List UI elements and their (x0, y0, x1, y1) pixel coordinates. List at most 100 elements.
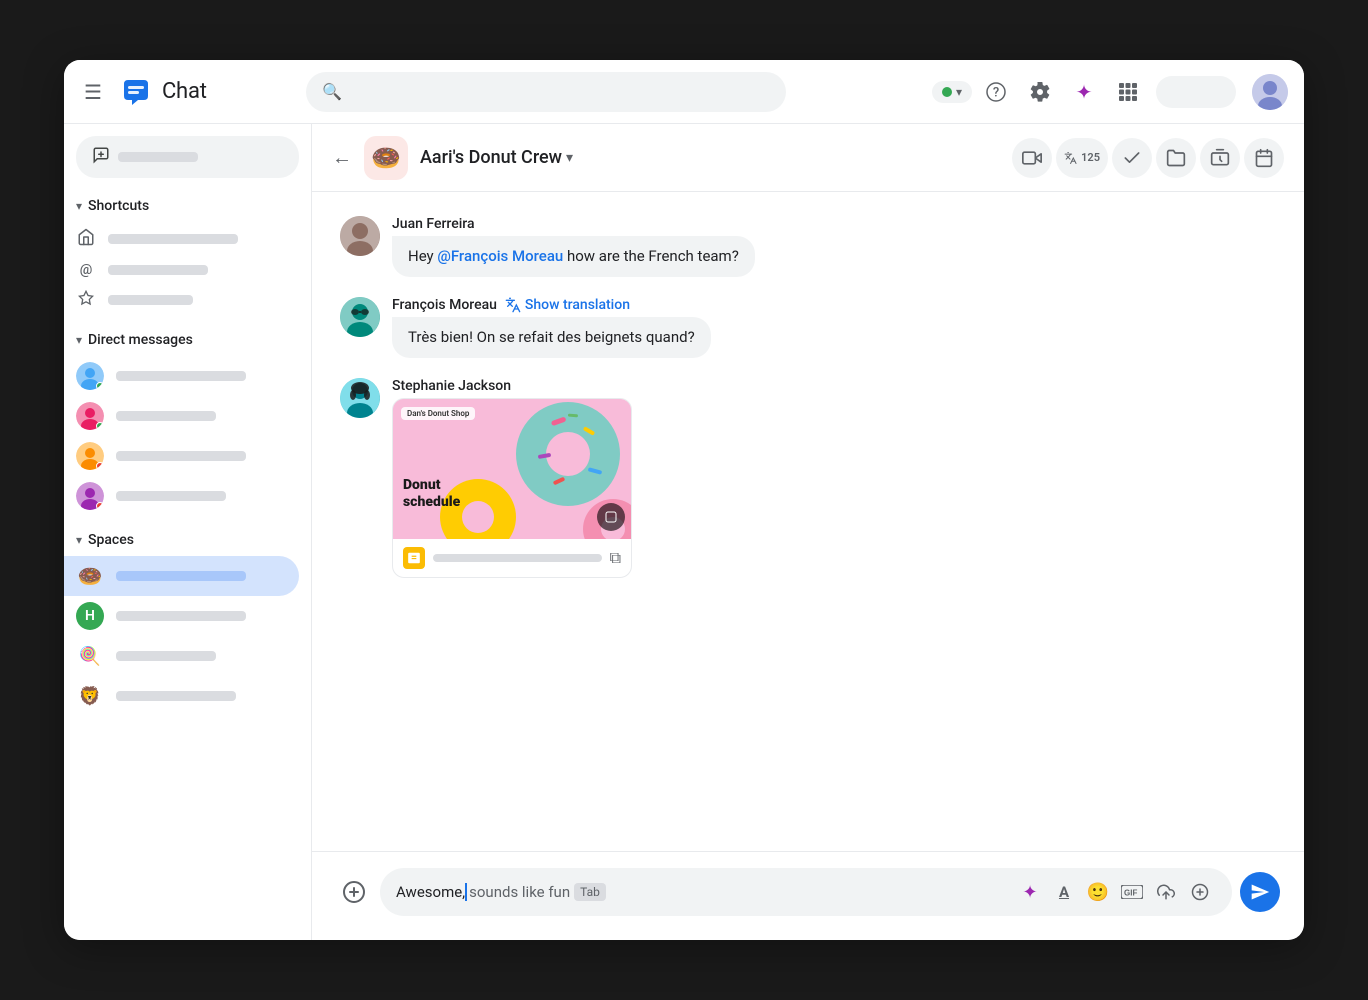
sidebar-item-dm-1[interactable] (64, 356, 299, 396)
space-name: Aari's Donut Crew (420, 147, 562, 168)
input-actions: ✦ A 🙂 GIF (1014, 876, 1216, 908)
space-candy-emoji: 🍭 (76, 642, 104, 670)
francois-sender-name: François Moreau (392, 297, 497, 313)
status-dot (942, 87, 952, 97)
folder-button[interactable] (1156, 138, 1196, 178)
dm-section-header[interactable]: ▾ Direct messages (64, 328, 311, 352)
input-text-content: Awesome, (396, 883, 465, 901)
mentions-icon: @ (76, 262, 96, 278)
dm-avatar-1 (76, 362, 104, 390)
chat-header-actions: 125 (1012, 138, 1284, 178)
sidebar-item-dm-3[interactable] (64, 436, 299, 476)
messages-area: Juan Ferreira Hey @François Moreau how a… (312, 192, 1304, 851)
dm-avatar-3 (76, 442, 104, 470)
shortcuts-section-header[interactable]: ▾ Shortcuts (64, 194, 311, 218)
tasks-button[interactable] (1112, 138, 1152, 178)
space-name-chevron-icon[interactable]: ▾ (566, 150, 573, 166)
donut-crew-label (116, 571, 246, 581)
dm-avatar-4 (76, 482, 104, 510)
translate-button[interactable]: 125 (1056, 138, 1108, 178)
gif-icon[interactable]: GIF (1116, 876, 1148, 908)
sidebar-item-space-h[interactable]: H (64, 596, 299, 636)
attachment-card[interactable]: Dan's Donut Shop Donut schedule (392, 398, 632, 578)
shortcuts-chevron-icon: ▾ (76, 199, 82, 213)
copy-icon[interactable]: ⧉ (610, 548, 621, 568)
new-chat-icon (92, 146, 110, 168)
sidebar-item-dm-2[interactable] (64, 396, 299, 436)
shortcuts-section-title: Shortcuts (88, 198, 149, 214)
sidebar-item-donut-crew[interactable]: 🍩 (64, 556, 299, 596)
send-button[interactable] (1240, 872, 1280, 912)
space-h-icon: H (76, 602, 104, 630)
video-badge (597, 503, 625, 531)
upload-icon[interactable] (1150, 876, 1182, 908)
sidebar-item-mentions[interactable]: @ (64, 256, 299, 284)
space-lion-label (116, 691, 236, 701)
show-translation-label: Show translation (525, 297, 630, 313)
dm-status-3 (96, 462, 104, 470)
space-h-label (116, 611, 246, 621)
message-group-stephanie: Stephanie Jackson (340, 378, 1276, 578)
juan-message-bubble: Hey @François Moreau how are the French … (392, 236, 755, 277)
shop-label: Dan's Donut Shop (401, 407, 475, 420)
format-text-icon[interactable]: A (1048, 876, 1080, 908)
hamburger-menu-icon[interactable]: ☰ (76, 72, 110, 112)
app-wrapper: ☰ Chat 🔍 ▾ ? (64, 60, 1304, 940)
sidebar-item-starred[interactable] (64, 284, 299, 316)
stephanie-avatar (340, 378, 380, 418)
gemini-icon-button[interactable]: ✦ (1064, 72, 1104, 112)
stephanie-message-content: Stephanie Jackson (392, 378, 632, 578)
space-candy-label (116, 651, 216, 661)
dm-status-4 (96, 502, 104, 510)
dm-status-2 (96, 422, 104, 430)
attachment-image: Dan's Donut Shop Donut schedule (393, 399, 632, 539)
space-icon: 🍩 (364, 136, 408, 180)
spaces-section-header[interactable]: ▾ Spaces (64, 528, 311, 552)
sidebar: ▾ Shortcuts @ ▾ (64, 124, 312, 940)
apps-icon-button[interactable] (1108, 72, 1148, 112)
home-icon (76, 228, 96, 250)
sidebar-item-home[interactable] (64, 222, 299, 256)
stephanie-message-header: Stephanie Jackson (392, 378, 632, 394)
search-bar[interactable]: 🔍 (306, 72, 786, 112)
message-group-francois: François Moreau Show translation Très bi… (340, 297, 1276, 358)
dm-avatar-2 (76, 402, 104, 430)
dm-section-title: Direct messages (88, 332, 193, 348)
starred-label (108, 295, 193, 305)
gemini-input-icon[interactable]: ✦ (1014, 876, 1046, 908)
tab-key-label: Tab (574, 883, 606, 901)
settings-icon-button[interactable] (1020, 72, 1060, 112)
new-chat-button[interactable] (76, 136, 299, 178)
status-indicator[interactable]: ▾ (932, 81, 972, 103)
spaces-chevron-icon: ▾ (76, 533, 82, 547)
help-icon-button[interactable]: ? (976, 72, 1016, 112)
user-avatar-button[interactable] (1252, 74, 1288, 110)
message-group-juan: Juan Ferreira Hey @François Moreau how a… (340, 216, 1276, 277)
calendar-button[interactable] (1244, 138, 1284, 178)
message-input-text[interactable]: Awesome, sounds like fun Tab (396, 883, 1006, 901)
status-chevron-icon: ▾ (956, 85, 962, 99)
dm-chevron-icon: ▾ (76, 333, 82, 347)
show-translation-button[interactable]: Show translation (505, 297, 630, 313)
main-chat: ← 🍩 Aari's Donut Crew ▾ (312, 124, 1304, 940)
francois-message-content: François Moreau Show translation Très bi… (392, 297, 711, 358)
dm-label-3 (116, 451, 246, 461)
mentions-label (108, 265, 208, 275)
sidebar-item-space-lion[interactable]: 🦁 (64, 676, 299, 716)
space-lion-emoji: 🦁 (76, 682, 104, 710)
stephanie-sender-name: Stephanie Jackson (392, 378, 511, 394)
svg-text:GIF: GIF (1124, 889, 1137, 898)
attachment-footer: ⧉ (393, 539, 631, 577)
timer-button[interactable] (1200, 138, 1240, 178)
message-input-box[interactable]: Awesome, sounds like fun Tab ✦ A 🙂 GIF (380, 868, 1232, 916)
video-call-button[interactable] (1012, 138, 1052, 178)
back-button[interactable]: ← (332, 145, 352, 170)
sidebar-item-dm-4[interactable] (64, 476, 299, 516)
juan-message-header: Juan Ferreira (392, 216, 755, 232)
input-row: Awesome, sounds like fun Tab ✦ A 🙂 GIF (336, 868, 1280, 916)
add-attachment-button[interactable] (336, 874, 372, 910)
top-bar: ☰ Chat 🔍 ▾ ? (64, 60, 1304, 124)
more-options-icon[interactable] (1184, 876, 1216, 908)
sidebar-item-space-candy[interactable]: 🍭 (64, 636, 299, 676)
emoji-icon[interactable]: 🙂 (1082, 876, 1114, 908)
